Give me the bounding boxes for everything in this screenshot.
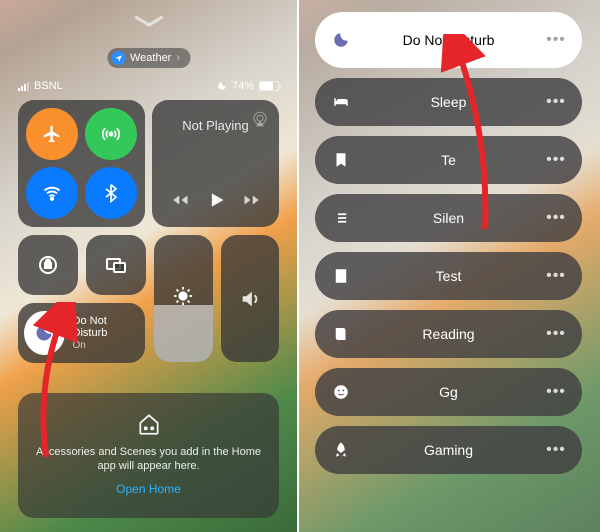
- focus-label: Test: [353, 268, 544, 284]
- dnd-state: On: [73, 340, 139, 352]
- chevron-right-icon: ›: [176, 52, 180, 64]
- carrier-label: BSNL: [34, 80, 63, 92]
- signal-icon: [18, 82, 29, 91]
- home-icon: [136, 411, 162, 437]
- collapse-chevron-icon[interactable]: [134, 14, 164, 28]
- list-icon: [329, 206, 353, 230]
- moon-icon: [24, 311, 65, 355]
- rocket-icon: [329, 438, 353, 462]
- connectivity-module[interactable]: [18, 100, 145, 227]
- moon-status-icon: [217, 81, 227, 91]
- app-tag-label: Weather: [130, 52, 171, 64]
- cellular-toggle[interactable]: [85, 108, 137, 160]
- more-button[interactable]: •••: [544, 383, 568, 401]
- building-icon: [329, 264, 353, 288]
- prev-track-button[interactable]: [171, 191, 189, 214]
- battery-pct: 74%: [232, 80, 254, 92]
- focus-label: Sleep: [353, 94, 544, 110]
- focus-item-dnd[interactable]: Do Not Disturb On •••: [315, 12, 582, 68]
- home-message: Accessories and Scenes you add in the Ho…: [34, 445, 263, 474]
- app-tag-weather[interactable]: Weather ›: [107, 48, 190, 68]
- moon-icon: [329, 28, 353, 52]
- brightness-slider[interactable]: [154, 235, 213, 362]
- focus-item-te[interactable]: Te •••: [315, 136, 582, 184]
- focus-label: Te: [353, 152, 544, 168]
- status-bar: BSNL 74%: [18, 80, 279, 92]
- airplane-toggle[interactable]: [26, 108, 78, 160]
- more-button[interactable]: •••: [544, 267, 568, 285]
- open-home-link[interactable]: Open Home: [34, 482, 263, 496]
- more-button[interactable]: •••: [544, 93, 568, 111]
- screen-mirror-toggle[interactable]: [86, 235, 146, 295]
- focus-menu-right: Do Not Disturb On ••• Sleep ••• Te ••• S…: [297, 0, 600, 532]
- more-button[interactable]: •••: [544, 441, 568, 459]
- more-button[interactable]: •••: [544, 151, 568, 169]
- focus-item-gg[interactable]: Gg •••: [315, 368, 582, 416]
- focus-label: Gaming: [353, 442, 544, 458]
- location-icon: [111, 51, 125, 65]
- focus-item-gaming[interactable]: Gaming •••: [315, 426, 582, 474]
- focus-item-sleep[interactable]: Sleep •••: [315, 78, 582, 126]
- focus-item-reading[interactable]: Reading •••: [315, 310, 582, 358]
- battery-icon: [259, 81, 279, 91]
- bookmark-icon: [329, 148, 353, 172]
- next-track-button[interactable]: [243, 191, 261, 214]
- music-module[interactable]: Not Playing: [152, 100, 279, 227]
- focus-label: Gg: [353, 384, 544, 400]
- more-button[interactable]: •••: [544, 209, 568, 227]
- focus-label: Silen: [353, 210, 544, 226]
- more-button[interactable]: •••: [544, 31, 568, 49]
- wifi-toggle[interactable]: [26, 167, 78, 219]
- airplay-icon[interactable]: [251, 110, 269, 128]
- volume-slider[interactable]: [221, 235, 280, 362]
- smile-icon: [329, 380, 353, 404]
- book-icon: [329, 322, 353, 346]
- focus-dnd-toggle[interactable]: Do Not Disturb On: [18, 303, 145, 363]
- orientation-lock-toggle[interactable]: [18, 235, 78, 295]
- panel-divider: [297, 0, 299, 532]
- dnd-title: Do Not Disturb: [73, 315, 139, 340]
- play-button[interactable]: [206, 190, 226, 215]
- more-button[interactable]: •••: [544, 325, 568, 343]
- focus-state: On: [442, 42, 455, 53]
- focus-item-test[interactable]: Test •••: [315, 252, 582, 300]
- bed-icon: [329, 90, 353, 114]
- focus-label: Reading: [353, 326, 544, 342]
- bluetooth-toggle[interactable]: [85, 167, 137, 219]
- focus-item-silen[interactable]: Silen •••: [315, 194, 582, 242]
- home-module[interactable]: Accessories and Scenes you add in the Ho…: [18, 393, 279, 518]
- control-center-left: Weather › BSNL 74% Not Playing: [0, 0, 297, 532]
